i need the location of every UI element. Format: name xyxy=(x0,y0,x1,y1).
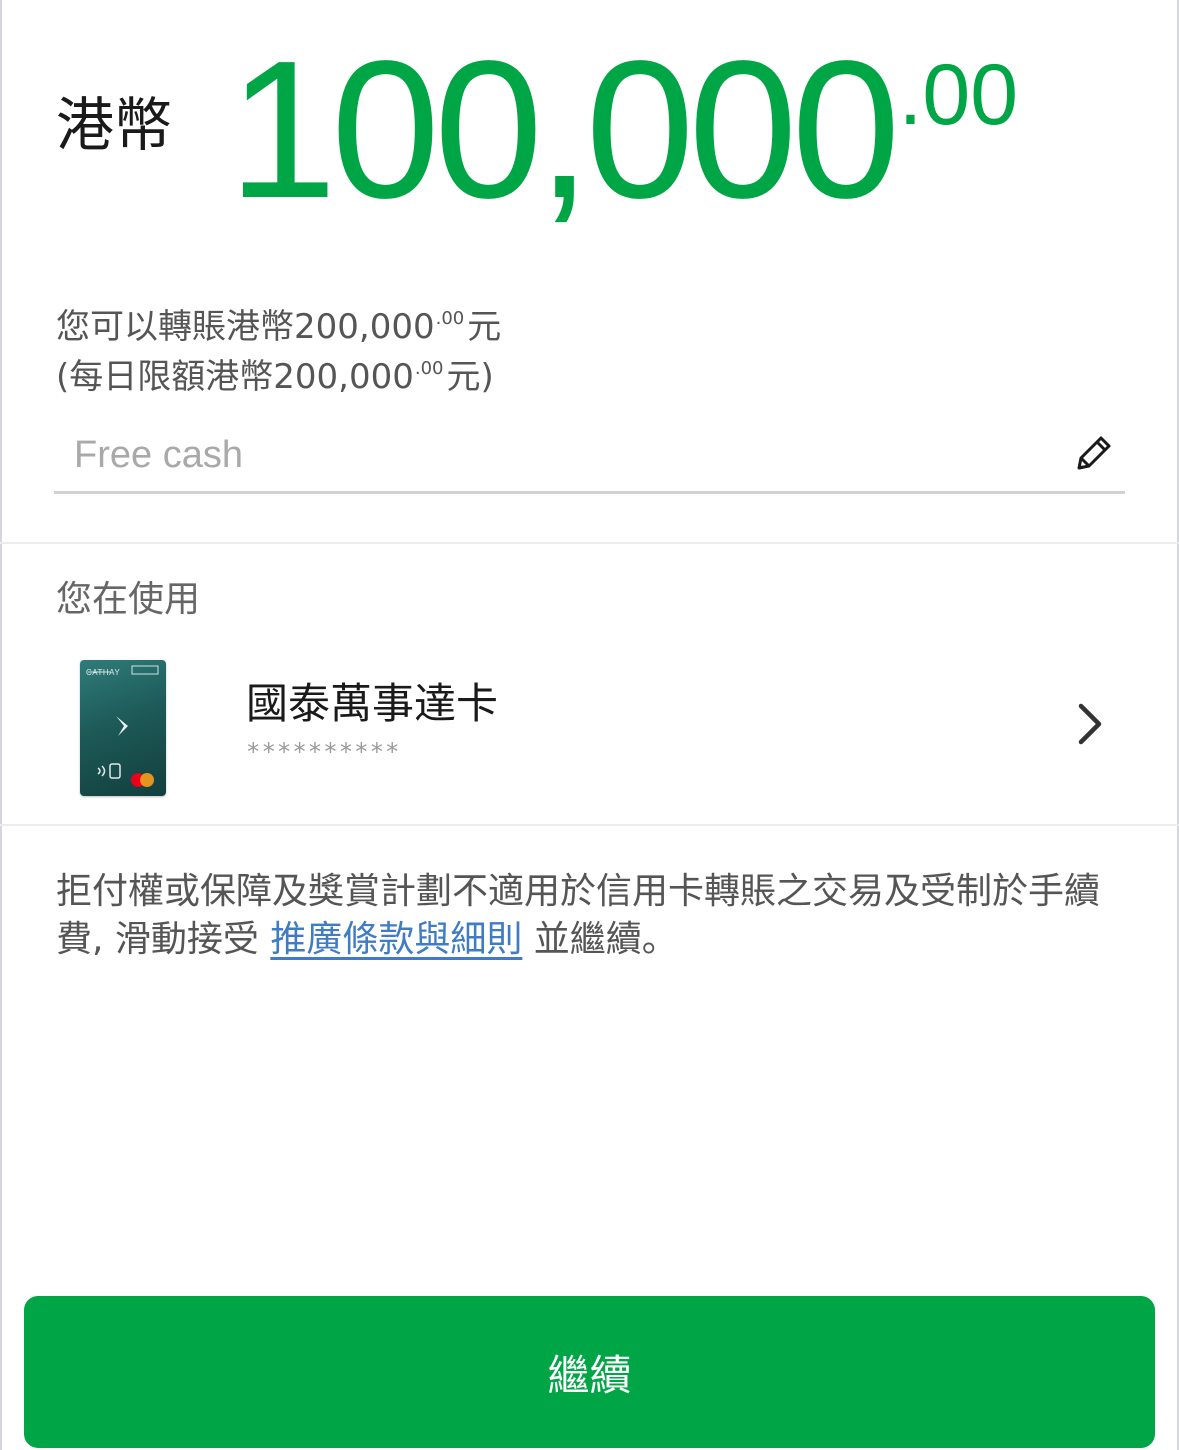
transfer-limits: 您可以轉賬港幣200,000.00元 (每日限額港幣200,000.00元) xyxy=(56,298,501,398)
card-name: 國泰萬事達卡 xyxy=(246,679,499,728)
memo-value[interactable]: Free cash xyxy=(74,434,243,477)
card-number: ********** xyxy=(246,738,401,766)
available-limit: 您可以轉賬港幣200,000.00元 xyxy=(56,298,501,348)
daily-limit-unit: 元) xyxy=(446,357,494,397)
section-divider xyxy=(0,824,1179,826)
payment-method-label: 您在使用 xyxy=(56,579,201,620)
daily-limit-decimal: .00 xyxy=(414,358,444,379)
daily-limit: (每日限額港幣200,000.00元) xyxy=(56,348,501,398)
continue-button[interactable]: 繼續 xyxy=(24,1296,1155,1448)
chevron-right-icon[interactable] xyxy=(1073,700,1109,748)
redacted-card-digits xyxy=(400,724,550,834)
card-image: CATHAY xyxy=(80,660,166,796)
available-limit-decimal: .00 xyxy=(435,308,465,329)
bird-logo-icon xyxy=(88,665,159,787)
amount-decimal: .00 xyxy=(898,47,1019,143)
amount-integer: 100,000 xyxy=(228,20,900,239)
terms-link[interactable]: 推廣條款與細則 xyxy=(270,919,522,960)
daily-limit-amount: (每日限額港幣200,000 xyxy=(56,357,414,397)
disclaimer-tail: 並繼續。 xyxy=(522,919,678,960)
payment-card-selector[interactable]: CATHAY 國泰萬事達卡 ********** xyxy=(0,650,1179,834)
currency-label: 港幣 xyxy=(56,91,173,159)
memo-field[interactable]: Free cash xyxy=(54,422,1125,494)
available-limit-amount: 您可以轉賬港幣200,000 xyxy=(56,307,435,347)
transfer-amount[interactable]: 100,000.00 xyxy=(228,32,1018,228)
available-limit-unit: 元 xyxy=(467,307,502,347)
section-divider xyxy=(0,542,1179,544)
pencil-icon[interactable] xyxy=(1071,430,1117,476)
disclaimer-text: 拒付權或保障及獎賞計劃不適用於信用卡轉賬之交易及受制於手續費, 滑動接受 推廣條… xyxy=(56,868,1136,964)
